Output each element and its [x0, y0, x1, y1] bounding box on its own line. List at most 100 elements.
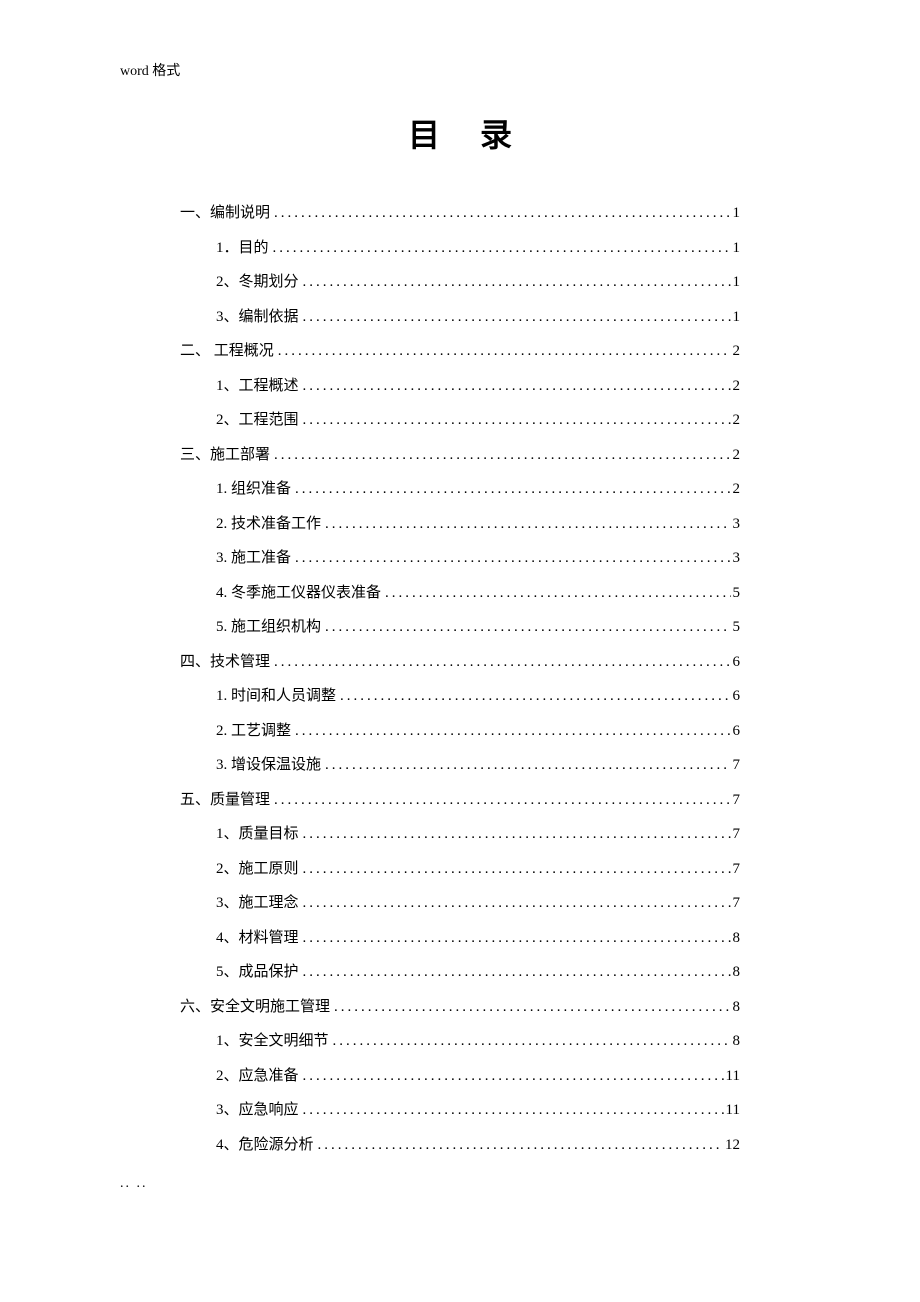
toc-entry-label: 4、危险源分析 — [216, 1128, 314, 1163]
toc-entry-label: 1、工程概述 — [216, 369, 299, 404]
toc-entry: 1. 组织准备 2 — [180, 472, 740, 507]
toc-entry-page: 1 — [731, 231, 741, 266]
toc-entry: 2、施工原则 7 — [180, 852, 740, 887]
toc-leader-dots — [270, 645, 730, 680]
toc-entry-label: 4. 冬季施工仪器仪表准备 — [216, 576, 381, 611]
toc-entry-label: 3. 施工准备 — [216, 541, 291, 576]
toc-entry: 六、安全文明施工管理 8 — [180, 990, 740, 1025]
toc-leader-dots — [299, 852, 731, 887]
toc-entry-page: 12 — [723, 1128, 740, 1163]
toc-leader-dots — [291, 714, 730, 749]
toc-entry-label: 2. 技术准备工作 — [216, 507, 321, 542]
toc-entry: 五、质量管理7 — [180, 783, 740, 818]
toc-leader-dots — [321, 507, 730, 542]
toc-entry-page: 5 — [731, 610, 741, 645]
toc-entry: 1、安全文明细节8 — [180, 1024, 740, 1059]
document-page: word 格式 目录 一、编制说明11．目的12、冬期划分13、编制依据1二、 … — [0, 0, 920, 1202]
toc-entry-label: 1．目的 — [216, 231, 269, 266]
toc-leader-dots — [299, 265, 731, 300]
toc-leader-dots — [330, 990, 730, 1025]
toc-entry: 3、施工理念 7 — [180, 886, 740, 921]
toc-entry: 4、危险源分析 12 — [180, 1128, 740, 1163]
toc-leader-dots — [329, 1024, 731, 1059]
header-label: word 格式 — [120, 60, 800, 80]
toc-entry: 5. 施工组织机构5 — [180, 610, 740, 645]
toc-entry-page: 2 — [731, 334, 741, 369]
toc-entry: 2、应急准备 11 — [180, 1059, 740, 1094]
toc-leader-dots — [299, 369, 731, 404]
toc-entry: 三、施工部署 2 — [180, 438, 740, 473]
toc-leader-dots — [269, 231, 731, 266]
toc-entry-page: 1 — [731, 300, 741, 335]
toc-leader-dots — [299, 300, 731, 335]
toc-entry: 2、工程范围2 — [180, 403, 740, 438]
toc-entry-label: 1. 组织准备 — [216, 472, 291, 507]
toc-entry-page: 2 — [731, 438, 741, 473]
toc-entry-label: 1、质量目标 — [216, 817, 299, 852]
toc-entry-label: 2、施工原则 — [216, 852, 299, 887]
toc-entry: 3、编制依据 1 — [180, 300, 740, 335]
table-of-contents: 一、编制说明11．目的12、冬期划分13、编制依据1二、 工程概况21、工程概述… — [120, 196, 800, 1162]
toc-entry-label: 5、成品保护 — [216, 955, 299, 990]
toc-entry-label: 3、应急响应 — [216, 1093, 299, 1128]
toc-leader-dots — [314, 1128, 723, 1163]
toc-entry-page: 3 — [731, 507, 741, 542]
toc-entry-label: 一、编制说明 — [180, 196, 270, 231]
toc-entry-page: 11 — [724, 1059, 740, 1094]
toc-entry: 1. 时间和人员调整 6 — [180, 679, 740, 714]
toc-entry-page: 8 — [731, 1024, 741, 1059]
toc-entry-label: 3、编制依据 — [216, 300, 299, 335]
toc-entry: 5、成品保护 8 — [180, 955, 740, 990]
toc-entry: 3. 增设保温设施7 — [180, 748, 740, 783]
toc-entry-page: 8 — [731, 955, 741, 990]
toc-entry-page: 5 — [731, 576, 741, 611]
toc-leader-dots — [299, 921, 731, 956]
toc-entry-label: 六、安全文明施工管理 — [180, 990, 330, 1025]
toc-leader-dots — [299, 886, 731, 921]
toc-entry-label: 2、应急准备 — [216, 1059, 299, 1094]
toc-entry: 4、材料管理 8 — [180, 921, 740, 956]
toc-entry: 2、冬期划分1 — [180, 265, 740, 300]
toc-entry-label: 3、施工理念 — [216, 886, 299, 921]
toc-entry: 2. 技术准备工作 3 — [180, 507, 740, 542]
toc-entry-label: 3. 增设保温设施 — [216, 748, 321, 783]
toc-entry: 3. 施工准备 3 — [180, 541, 740, 576]
toc-leader-dots — [321, 610, 730, 645]
toc-entry-page: 6 — [731, 679, 741, 714]
toc-leader-dots — [336, 679, 730, 714]
toc-entry-page: 1 — [731, 265, 741, 300]
toc-leader-dots — [291, 472, 730, 507]
toc-leader-dots — [291, 541, 730, 576]
toc-entry-page: 1 — [731, 196, 741, 231]
toc-leader-dots — [270, 783, 730, 818]
toc-entry-label: 五、质量管理 — [180, 783, 270, 818]
toc-entry-page: 2 — [731, 403, 741, 438]
toc-entry-page: 8 — [731, 990, 741, 1025]
footer-marks: .. .. — [120, 1176, 148, 1192]
toc-entry-page: 2 — [731, 369, 741, 404]
toc-entry-label: 4、材料管理 — [216, 921, 299, 956]
toc-leader-dots — [299, 403, 731, 438]
toc-entry-page: 6 — [731, 714, 741, 749]
toc-leader-dots — [299, 1093, 724, 1128]
toc-entry-label: 1. 时间和人员调整 — [216, 679, 336, 714]
toc-entry-page: 8 — [731, 921, 741, 956]
toc-entry-label: 二、 工程概况 — [180, 334, 274, 369]
toc-leader-dots — [299, 1059, 724, 1094]
toc-entry: 二、 工程概况 2 — [180, 334, 740, 369]
toc-entry: 1、质量目标 7 — [180, 817, 740, 852]
toc-entry-page: 7 — [731, 817, 741, 852]
toc-leader-dots — [299, 955, 731, 990]
toc-entry-page: 7 — [731, 886, 741, 921]
toc-leader-dots — [321, 748, 730, 783]
toc-entry: 四、技术管理6 — [180, 645, 740, 680]
toc-entry-label: 三、施工部署 — [180, 438, 270, 473]
toc-entry-page: 7 — [731, 852, 741, 887]
toc-entry-page: 6 — [731, 645, 741, 680]
toc-entry-page: 3 — [731, 541, 741, 576]
toc-entry-page: 11 — [724, 1093, 740, 1128]
toc-entry: 1、工程概述 2 — [180, 369, 740, 404]
toc-entry: 3、应急响应 11 — [180, 1093, 740, 1128]
toc-entry: 1．目的 1 — [180, 231, 740, 266]
toc-entry-page: 2 — [731, 472, 741, 507]
